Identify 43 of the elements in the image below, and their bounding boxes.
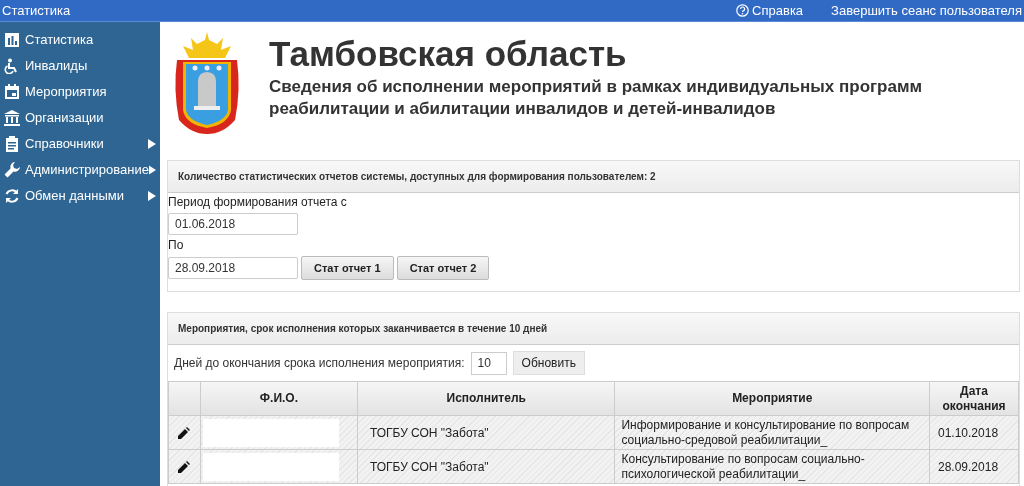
field-label: Период формирования отчета с bbox=[168, 195, 348, 210]
logout-link[interactable]: Завершить сеанс пользователя bbox=[831, 0, 1024, 21]
report-button[interactable]: Стат отчет 1 bbox=[301, 256, 394, 280]
sidebar-item[interactable]: Инвалиды bbox=[0, 53, 160, 79]
column-header: Мероприятие bbox=[615, 381, 930, 416]
column-header: Ф.И.О. bbox=[200, 381, 358, 416]
table-cell: Консультирование по вопросам социально-психологической реабилитации_ bbox=[615, 449, 930, 484]
table-cell: ТОГБУ СОН "Забота" bbox=[357, 415, 615, 450]
table-cell: ТОГБУ СОН "Забота" bbox=[357, 449, 615, 484]
sidebar-item[interactable]: Статистика bbox=[0, 27, 160, 53]
field-label: По bbox=[168, 238, 185, 253]
column-header: Дата окончания bbox=[929, 381, 1019, 416]
help-link[interactable]: Справка bbox=[736, 0, 804, 21]
panel-heading: Количество статистических отчетов системы, доступных для формирования пользователем: 2 bbox=[168, 161, 1019, 193]
sync-icon bbox=[4, 188, 20, 204]
wrench-icon bbox=[4, 162, 20, 178]
sidebar-item[interactable]: Обмен данными bbox=[0, 183, 160, 209]
days-field[interactable]: 10 bbox=[470, 351, 507, 375]
edit-icon[interactable] bbox=[178, 461, 191, 474]
clipboard-icon bbox=[4, 136, 20, 152]
sidebar-item[interactable]: Администрирование bbox=[0, 157, 160, 183]
page-subtitle: Сведения об исполнении мероприятий в рамках индивидуальных программ реабилитации и абилитации инвалидов и детей-инвалидов bbox=[269, 76, 924, 120]
calendar-icon bbox=[4, 84, 20, 100]
field-label: Дней до окончания срока исполнения мероприятия: bbox=[174, 355, 465, 372]
column-header: Исполнитель bbox=[357, 381, 615, 416]
building-icon bbox=[4, 110, 20, 126]
panel-heading: Мероприятия, срок исполнения которых заканчивается в течение 10 дней bbox=[168, 313, 1019, 345]
date-field[interactable]: 01.06.2018 bbox=[168, 213, 298, 235]
edit-icon[interactable] bbox=[178, 427, 191, 440]
chart-icon bbox=[4, 32, 20, 48]
sidebar-item[interactable]: Справочники bbox=[0, 131, 160, 157]
sidebar-item[interactable]: Мероприятия bbox=[0, 79, 160, 105]
app-title: Статистика bbox=[1, 1, 71, 20]
table-cell: 01.10.2018 bbox=[929, 415, 1019, 450]
table-cell: Информирование и консультирование по вопросам социально-средовой реабилитации_ bbox=[615, 415, 930, 450]
report-button[interactable]: Стат отчет 2 bbox=[396, 256, 490, 280]
sidebar-item[interactable]: Организации bbox=[0, 105, 160, 131]
help-icon bbox=[736, 4, 750, 17]
date-field[interactable]: 28.09.2018 bbox=[168, 257, 298, 279]
refresh-button[interactable]: Обновить bbox=[512, 351, 585, 375]
wheelchair-icon bbox=[4, 58, 20, 74]
table-cell: 28.09.2018 bbox=[929, 449, 1019, 484]
region-title: Тамбовская область bbox=[269, 34, 628, 74]
